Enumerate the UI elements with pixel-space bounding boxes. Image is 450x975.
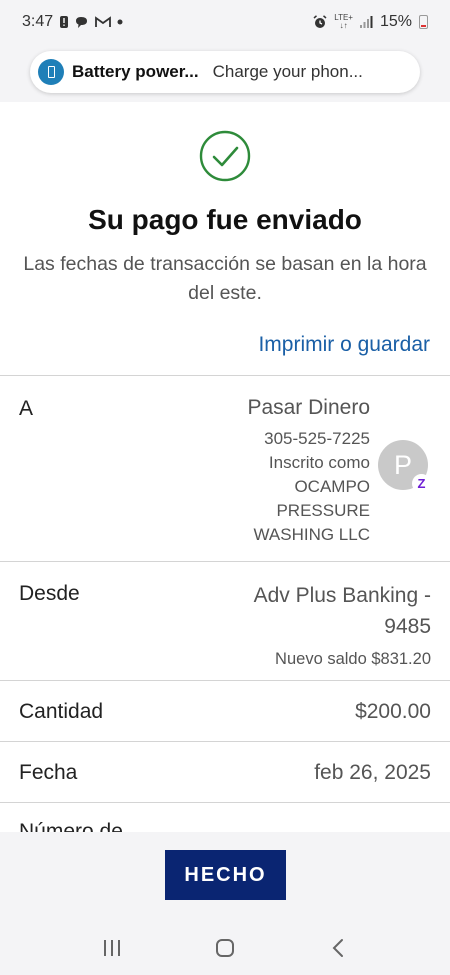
check-circle-icon: [199, 130, 251, 182]
chat-icon: [75, 16, 89, 29]
to-label: A: [19, 397, 34, 420]
enrolled-name-line2: PRESSURE: [276, 501, 370, 520]
enrolled-as-label: Inscrito como: [268, 453, 370, 472]
battery-percent: 15%: [379, 13, 412, 30]
battery-notification[interactable]: Battery power... Charge your phon...: [30, 51, 420, 93]
battery-notification-icon: [38, 59, 64, 85]
divider: [0, 741, 450, 742]
more-notifications-dot-icon: [117, 19, 123, 25]
notification-body: Charge your phon...: [212, 62, 363, 81]
source-account-name: Adv Plus Banking -: [253, 584, 431, 607]
date-value: feb 26, 2025: [314, 761, 431, 784]
signal-icon: [359, 16, 373, 28]
enrolled-name-line3: WASHING LLC: [253, 525, 370, 544]
divider: [0, 561, 450, 562]
notification-title: Battery power...: [72, 62, 199, 81]
confirmation-number-label: Número de: [19, 820, 123, 832]
status-bar: 3:47 LTE+ ↓↑ 15%: [0, 0, 450, 44]
notification-area: Battery power... Charge your phon...: [0, 44, 450, 102]
zelle-icon: Z: [412, 474, 431, 493]
battery-icon: [419, 15, 428, 29]
date-label: Fecha: [19, 761, 78, 784]
divider: [0, 680, 450, 681]
recipient-phone: 305-525-7225: [264, 429, 370, 448]
from-label: Desde: [19, 582, 80, 605]
print-or-save-link[interactable]: Imprimir o guardar: [258, 333, 430, 357]
page-title: Su pago fue enviado: [88, 204, 362, 235]
recent-apps-icon: [103, 939, 120, 956]
done-button[interactable]: HECHO: [165, 850, 286, 900]
network-type: LTE+ ↓↑: [334, 13, 353, 30]
source-account-number: 9485: [384, 615, 431, 638]
amount-label: Cantidad: [19, 700, 104, 723]
back-button[interactable]: [318, 928, 358, 968]
back-icon: [332, 938, 344, 957]
divider: [0, 375, 450, 376]
gmail-icon: [95, 16, 112, 28]
home-button[interactable]: [205, 928, 245, 968]
alarm-icon: [313, 15, 327, 29]
bottom-action-bar: HECHO: [0, 832, 450, 920]
timezone-note: Las fechas de transacción se basan en la…: [23, 253, 427, 304]
new-balance: Nuevo saldo $831.20: [275, 650, 431, 668]
recent-apps-button[interactable]: [92, 928, 132, 968]
source-account-info: Adv Plus Banking - 9485 Nuevo saldo $831…: [191, 580, 431, 672]
enrolled-name-line1: OCAMPO: [294, 477, 370, 496]
home-icon: [215, 938, 234, 957]
amount-value: $200.00: [355, 700, 431, 723]
payment-confirmation: Su pago fue enviado Las fechas de transa…: [0, 102, 450, 832]
system-nav-bar: [0, 920, 450, 975]
recipient-name: Pasar Dinero: [247, 396, 370, 419]
alert-icon: [59, 15, 69, 29]
status-time: 3:47: [22, 13, 54, 30]
divider: [0, 802, 450, 803]
recipient-info: Pasar Dinero 305-525-7225 Inscrito como …: [170, 395, 370, 547]
